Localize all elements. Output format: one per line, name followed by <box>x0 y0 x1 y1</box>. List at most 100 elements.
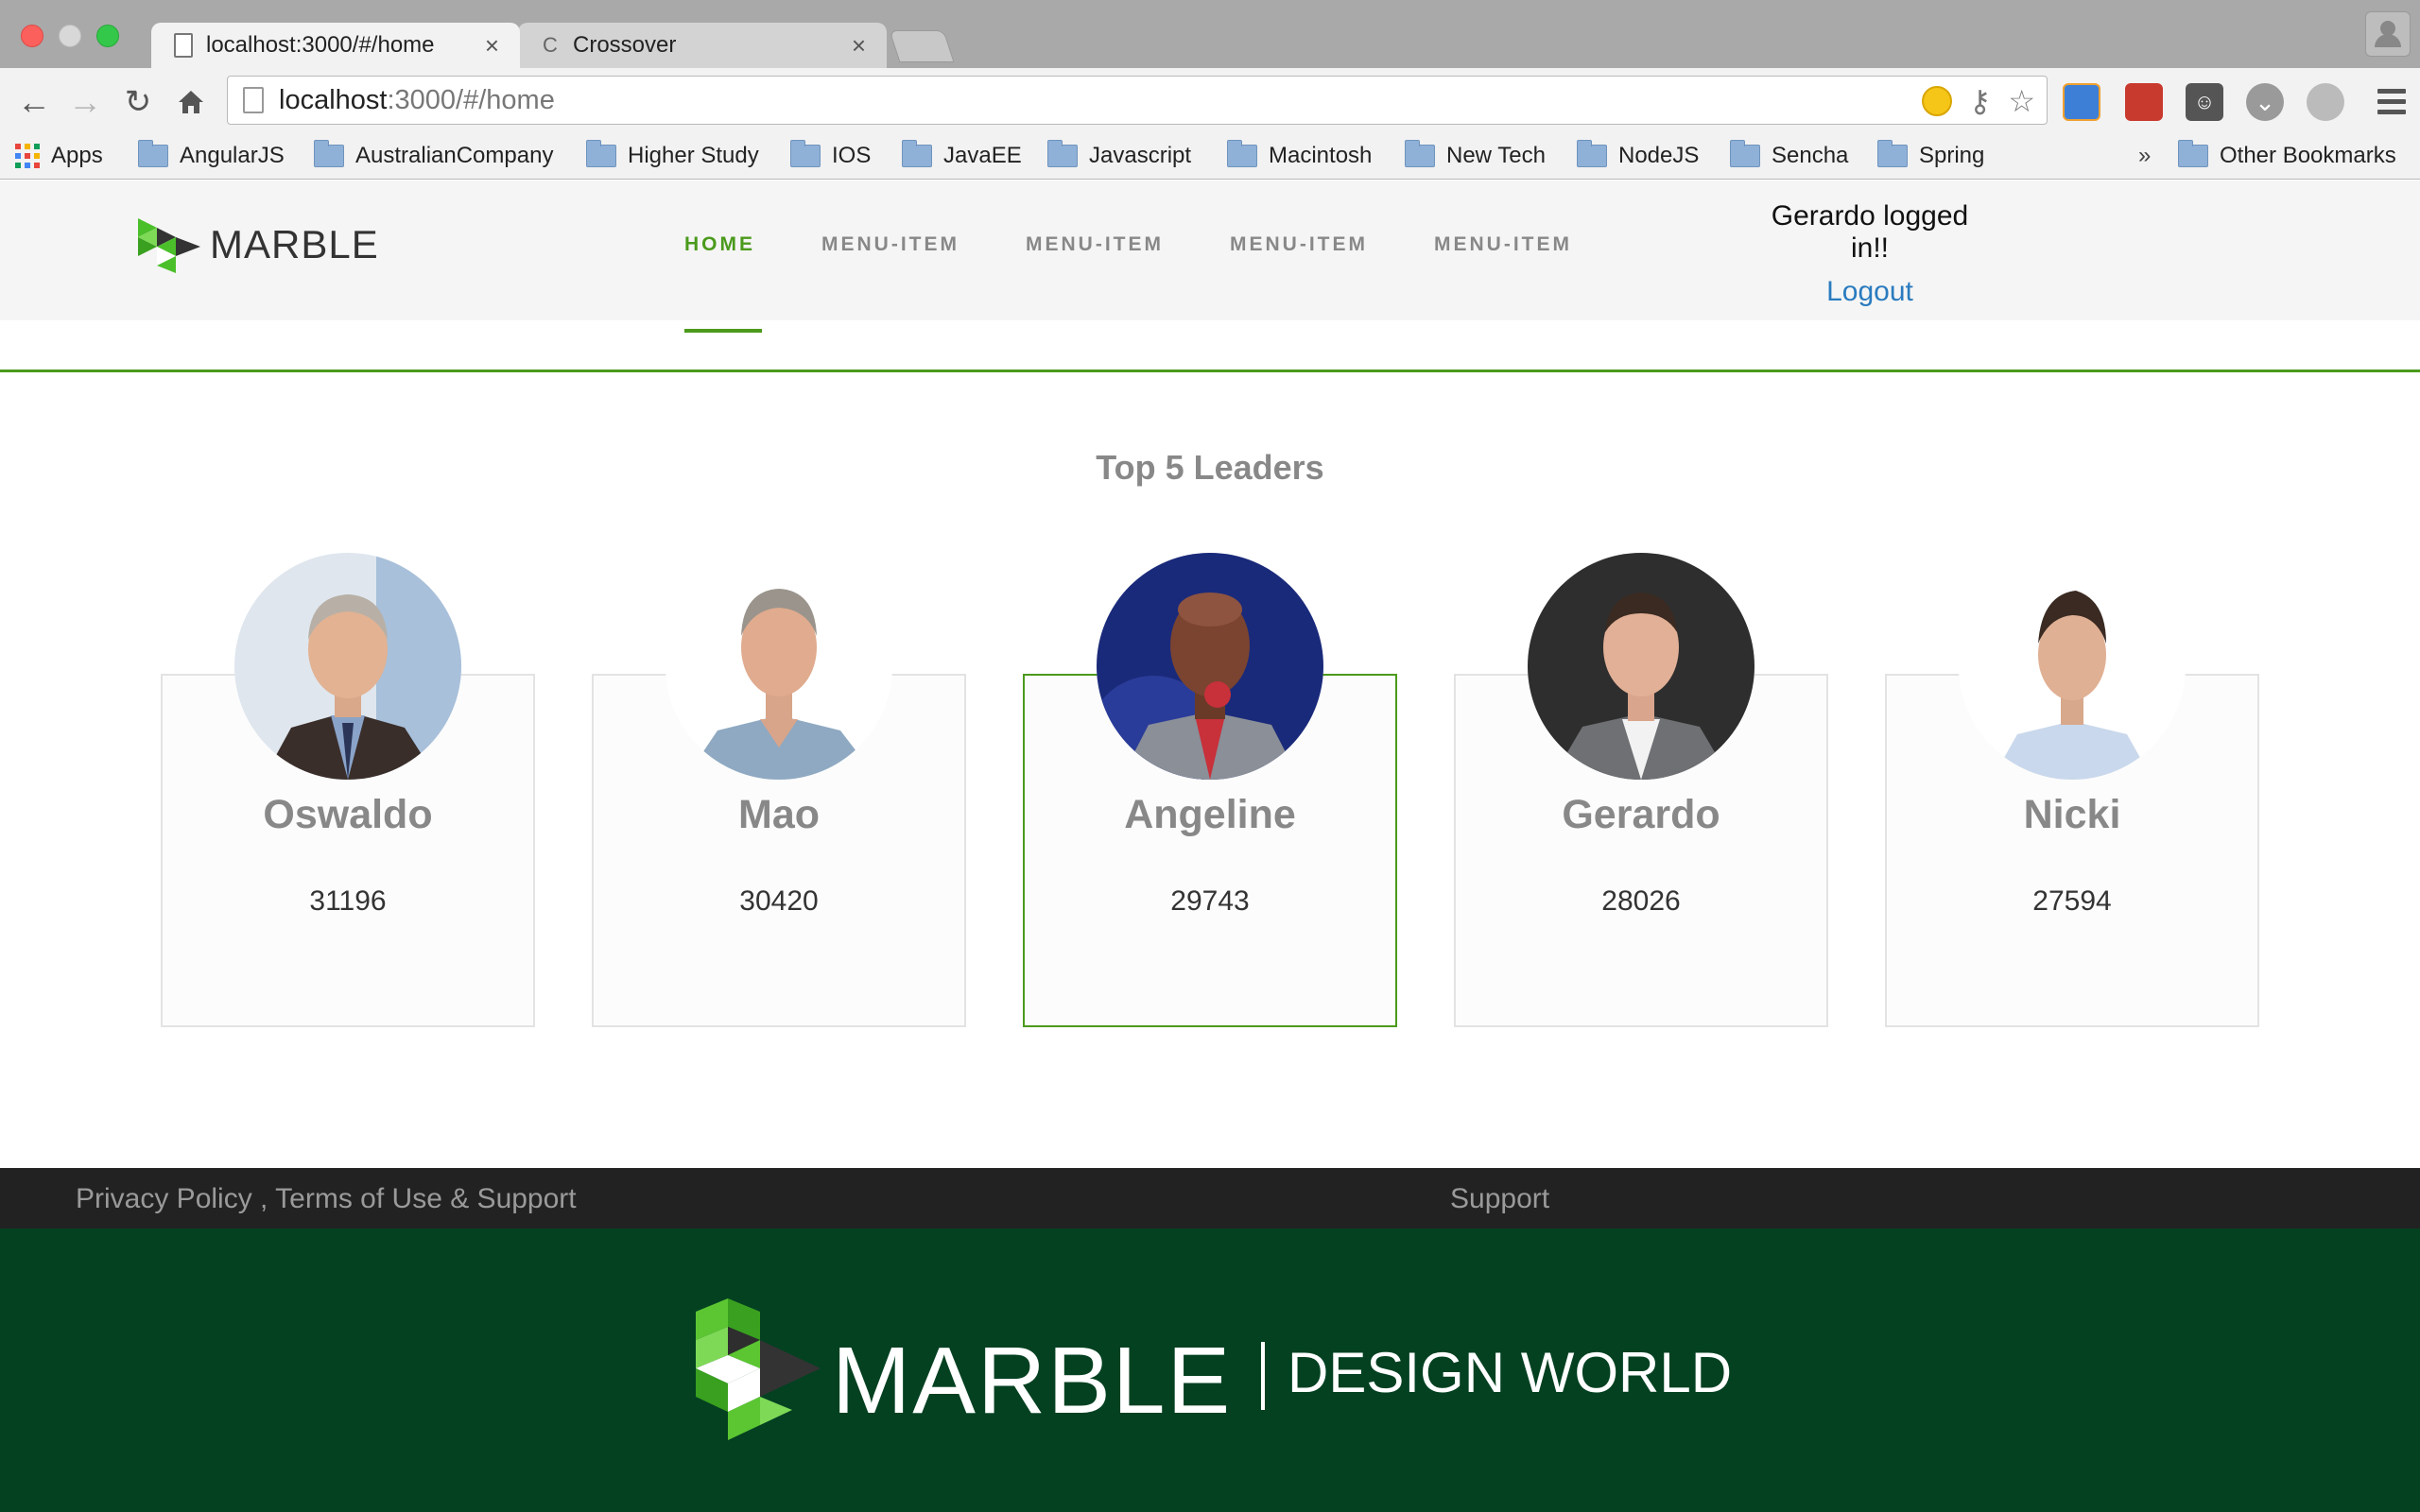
folder-icon <box>1405 140 1435 167</box>
reload-icon: ↻ <box>124 84 152 120</box>
new-tab-button[interactable] <box>889 30 955 62</box>
address-bar[interactable]: localhost:3000/#/home ⚷ ☆ <box>227 76 2048 125</box>
back-arrow-icon: ← <box>17 82 51 121</box>
leader-score: 30420 <box>739 885 819 917</box>
page-icon <box>243 87 264 113</box>
folder-icon <box>138 140 168 167</box>
folder-icon <box>1577 140 1607 167</box>
leader-score: 29743 <box>1170 885 1250 917</box>
folder-icon <box>902 140 932 167</box>
window-maximize-button[interactable] <box>96 25 119 47</box>
browser-tab-home[interactable]: localhost:3000/#/home × <box>151 23 520 68</box>
marble-logo-icon <box>138 218 200 273</box>
bookmarks-bar: Apps AngularJS AustralianCompany Higher … <box>0 134 2420 180</box>
section-title: Top 5 Leaders <box>1096 448 1324 487</box>
folder-icon <box>2178 140 2208 167</box>
bookmark-label: Higher Study <box>628 143 759 168</box>
window-close-button[interactable] <box>21 25 43 47</box>
bookmark-folder[interactable]: Macintosh <box>1227 138 1372 174</box>
more-bookmarks-chevron-icon[interactable]: » <box>2138 138 2151 174</box>
page-icon <box>172 32 195 59</box>
bookmark-star-icon[interactable]: ☆ <box>2008 83 2035 119</box>
home-icon <box>179 91 203 113</box>
leader-score: 28026 <box>1601 885 1681 917</box>
active-nav-indicator <box>684 329 762 333</box>
window-minimize-button[interactable] <box>59 25 81 47</box>
leader-avatar <box>666 553 892 780</box>
tab-close-icon[interactable]: × <box>852 31 866 60</box>
leader-name: Gerardo <box>1562 792 1720 837</box>
reload-button[interactable]: ↻ <box>117 81 159 123</box>
download-extension-icon[interactable]: ⌄ <box>2246 83 2284 121</box>
coin-extension-icon[interactable] <box>1921 86 1952 116</box>
bookmark-label: AngularJS <box>180 143 285 168</box>
browser-menu-button[interactable] <box>2371 79 2412 123</box>
leader-name: Oswaldo <box>263 792 433 837</box>
other-bookmarks[interactable]: Other Bookmarks <box>2178 138 2396 174</box>
nav-item-menu-4[interactable]: MENU-ITEM <box>1434 233 1572 256</box>
leader-score: 31196 <box>309 885 387 917</box>
leader-name: Nicki <box>2023 792 2121 837</box>
bookmark-apps[interactable]: Apps <box>15 138 103 174</box>
apps-grid-icon <box>15 144 40 168</box>
footer-legal-links[interactable]: Privacy Policy , Terms of Use & Support <box>76 1183 577 1215</box>
incognito-extension-icon[interactable]: ☺ <box>2186 83 2223 121</box>
bookmark-label: Spring <box>1919 143 1985 168</box>
bookmark-folder[interactable]: NodeJS <box>1577 138 1699 174</box>
home-button[interactable] <box>170 81 212 123</box>
folder-icon <box>1877 140 1908 167</box>
leader-avatar <box>1959 553 2186 780</box>
browser-tab-crossover[interactable]: C Crossover × <box>518 23 887 68</box>
bookmark-folder[interactable]: AustralianCompany <box>314 138 553 174</box>
logo-text: MARBLE <box>210 222 379 266</box>
header-divider <box>0 369 2420 372</box>
folder-icon <box>586 140 616 167</box>
footer-links-bar: Privacy Policy , Terms of Use & Support … <box>0 1168 2420 1228</box>
footer-brand-area: MARBLE DESIGN WORLD <box>0 1228 2420 1512</box>
nav-item-home[interactable]: HOME <box>684 233 755 256</box>
keyboard-extension-icon[interactable] <box>2063 83 2100 121</box>
footer-brand-name: MARBLE <box>832 1328 1233 1434</box>
url-text[interactable]: localhost:3000/#/home <box>279 85 555 116</box>
folder-icon <box>1730 140 1760 167</box>
bookmark-folder[interactable]: Sencha <box>1730 138 1848 174</box>
folder-icon <box>314 140 344 167</box>
hamburger-icon <box>2377 88 2406 94</box>
bookmark-label: Sencha <box>1772 143 1849 168</box>
footer-support-link[interactable]: Support <box>1450 1183 1549 1215</box>
bookmark-folder[interactable]: Higher Study <box>586 138 759 174</box>
folder-icon <box>1047 140 1078 167</box>
nav-item-menu-2[interactable]: MENU-ITEM <box>1026 233 1164 256</box>
forward-button[interactable]: → <box>64 81 106 123</box>
footer-tagline: DESIGN WORLD <box>1288 1341 1733 1404</box>
bookmark-label: Apps <box>51 143 103 168</box>
leader-avatar <box>1528 553 1754 780</box>
bookmark-label: New Tech <box>1446 143 1546 168</box>
translate-extension-icon[interactable] <box>2125 83 2163 121</box>
marble-logo[interactable]: MARBLE <box>134 215 379 275</box>
bookmark-folder[interactable]: AngularJS <box>138 138 285 174</box>
bookmark-folder[interactable]: IOS <box>790 138 871 174</box>
profile-button[interactable] <box>2365 11 2411 57</box>
nav-item-menu-3[interactable]: MENU-ITEM <box>1230 233 1368 256</box>
bookmark-folder[interactable]: JavaEE <box>902 138 1022 174</box>
nav-item-menu-1[interactable]: MENU-ITEM <box>821 233 959 256</box>
browser-tab-strip: localhost:3000/#/home × C Crossover × <box>0 0 2420 68</box>
back-button[interactable]: ← <box>13 81 55 123</box>
main-nav: HOME MENU-ITEM MENU-ITEM MENU-ITEM MENU-… <box>684 233 1638 256</box>
leader-avatar <box>1097 553 1323 780</box>
tab-title: localhost:3000/#/home <box>206 32 435 58</box>
globe-extension-icon[interactable] <box>2307 83 2344 121</box>
logged-in-status: Gerardo logged in!! <box>1771 200 1969 264</box>
logout-link[interactable]: Logout <box>1749 276 1991 308</box>
folder-icon <box>1227 140 1257 167</box>
leader-avatar <box>234 553 461 780</box>
bookmark-folder[interactable]: Spring <box>1877 138 1984 174</box>
bookmark-label: AustralianCompany <box>355 143 554 168</box>
bookmark-folder[interactable]: Javascript <box>1047 138 1191 174</box>
bookmark-folder[interactable]: New Tech <box>1405 138 1546 174</box>
bookmark-label: IOS <box>832 143 872 168</box>
bookmark-label: Other Bookmarks <box>2220 143 2396 168</box>
key-icon[interactable]: ⚷ <box>1969 83 1991 119</box>
tab-close-icon[interactable]: × <box>485 31 499 60</box>
